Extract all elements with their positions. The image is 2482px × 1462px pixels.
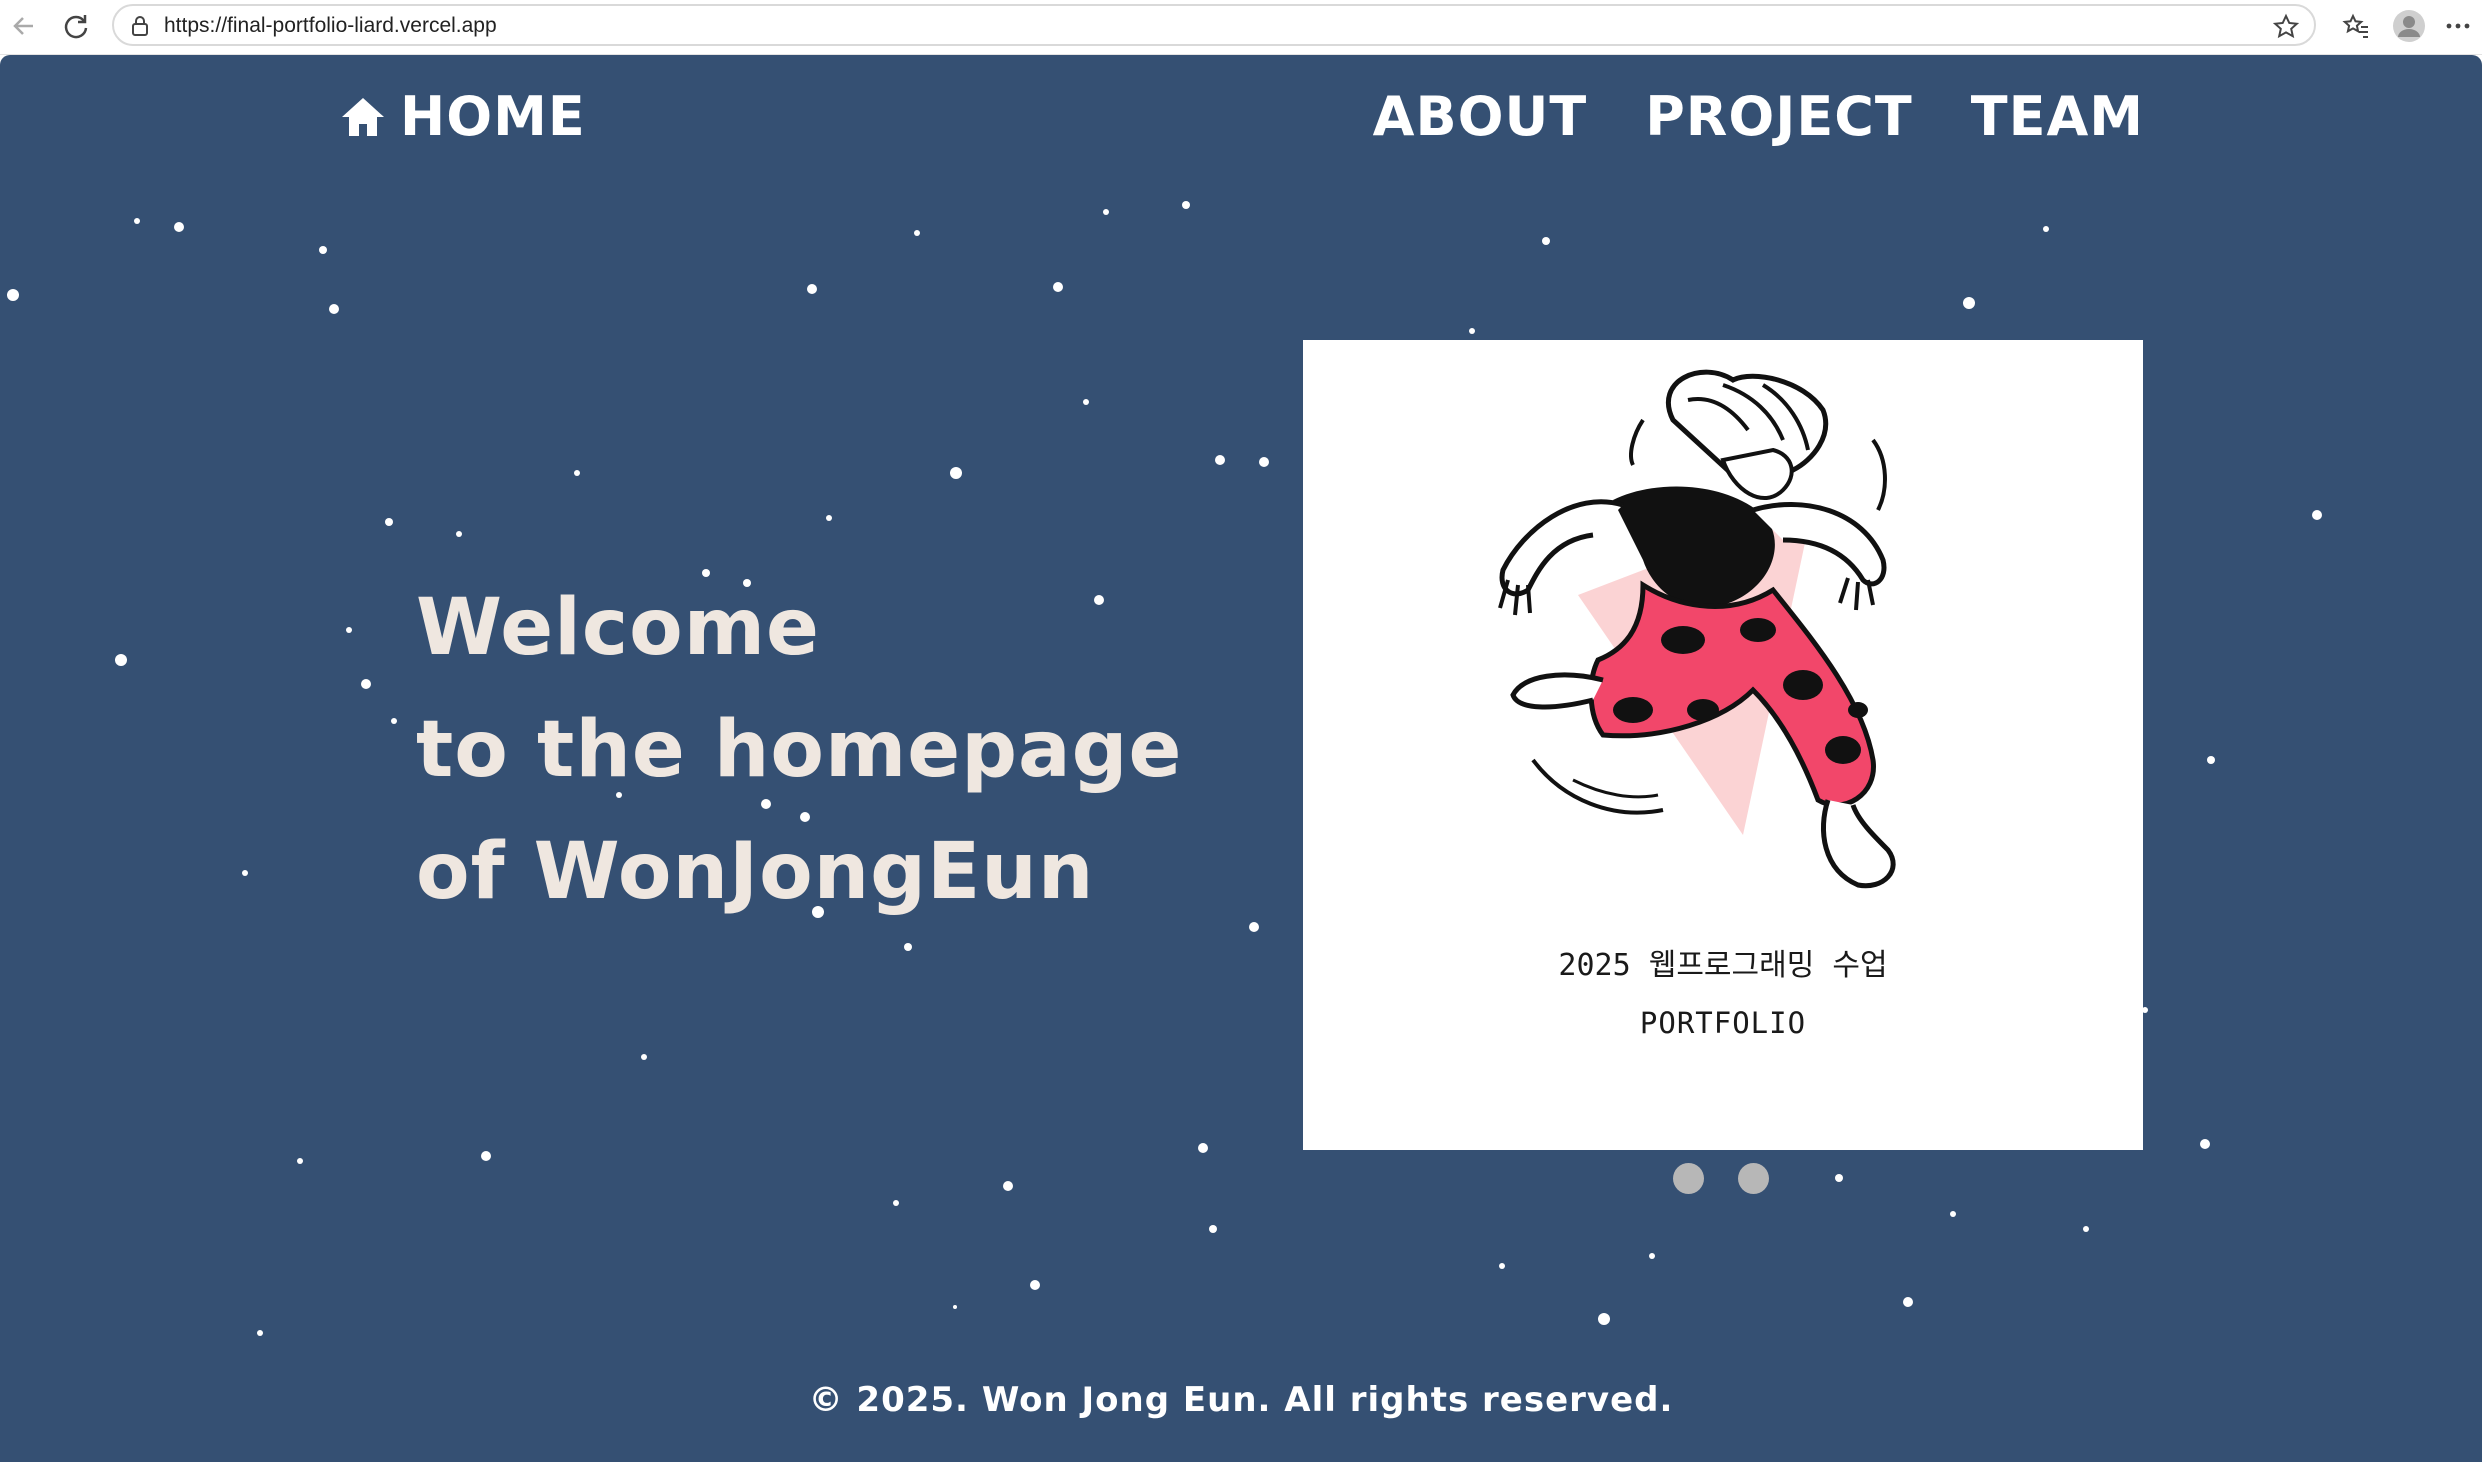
lock-icon[interactable] [130, 15, 150, 41]
nav-team-link[interactable]: TEAM [1971, 85, 2144, 148]
main-navigation: ABOUT PROJECT TEAM [1373, 85, 2144, 148]
nav-about-link[interactable]: ABOUT [1373, 85, 1588, 148]
slide-caption-portfolio: PORTFOLIO [1639, 1006, 1807, 1040]
portfolio-slide[interactable]: 2025 웹프로그래밍 수업 PORTFOLIO [1303, 340, 2143, 1150]
nav-home-label: HOME [400, 85, 586, 148]
page-body: HOME ABOUT PROJECT TEAM Welcome to the h… [0, 55, 2482, 1462]
url-text: https://final-portfolio-liard.vercel.app [164, 14, 497, 37]
slide-pagination [1673, 1163, 1769, 1194]
hero-heading: Welcome to the homepage of WonJongEun [416, 567, 1182, 933]
browser-toolbar: https://final-portfolio-liard.vercel.app [0, 0, 2482, 55]
hero-line-2: to the homepage [416, 705, 1183, 795]
dancing-character-illustration [1498, 369, 1896, 889]
more-icon[interactable] [2440, 8, 2476, 44]
profile-icon[interactable] [2391, 8, 2427, 44]
address-bar[interactable]: https://final-portfolio-liard.vercel.app [112, 4, 2316, 46]
bookmark-star-icon[interactable] [2272, 13, 2300, 45]
back-icon[interactable] [6, 8, 42, 44]
reload-icon[interactable] [58, 8, 94, 44]
favorites-icon[interactable] [2338, 8, 2374, 44]
nav-project-link[interactable]: PROJECT [1645, 85, 1913, 148]
footer-copyright: © 2025. Won Jong Eun. All rights reserve… [808, 1380, 1674, 1420]
slide-dot-2[interactable] [1738, 1163, 1769, 1194]
nav-home-link[interactable]: HOME [340, 85, 586, 148]
hero-line-1: Welcome [416, 583, 820, 673]
hero-line-3: of WonJongEun [416, 827, 1095, 917]
home-icon [342, 97, 384, 136]
slide-caption-course: 2025 웹프로그래밍 수업 [1558, 948, 1888, 983]
slide-dot-1[interactable] [1673, 1163, 1704, 1194]
